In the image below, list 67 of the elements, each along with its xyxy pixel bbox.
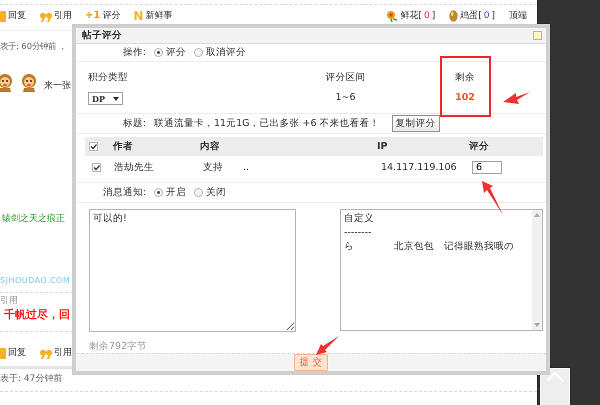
- post-time: 表于: 47分钟前: [0, 374, 62, 384]
- preset-list[interactable]: 自定义 -------- ら 北京包包 记得眼熟我哦の: [340, 208, 543, 331]
- monkey-emoticon: [0, 73, 14, 92]
- reply-icon: [0, 348, 6, 358]
- link-text[interactable]: 辕剑之天之痕正: [2, 213, 65, 225]
- radio-button[interactable]: [154, 188, 163, 197]
- top-link[interactable]: 顶端: [509, 10, 527, 22]
- checkbox[interactable]: [89, 142, 98, 152]
- score-type-select[interactable]: DP: [88, 92, 123, 106]
- quote-label: 引用: [0, 296, 18, 306]
- column-header: 评分: [469, 141, 489, 152]
- table-cell: 浩劫先生: [114, 162, 154, 173]
- plus-one-icon: +1: [85, 10, 100, 22]
- subject-text: 联通流量卡，11元1G，已出多张 +6 不来也看看！: [154, 117, 380, 130]
- arrow-drawing: [482, 181, 503, 215]
- dialog-title: 帖子评分: [82, 28, 122, 42]
- flower-icon: [385, 10, 398, 22]
- column-label: 评分区间: [326, 72, 366, 84]
- monkey-emoticon: [20, 73, 38, 92]
- table-cell: 支持: [203, 162, 223, 173]
- annotation-box: [440, 56, 491, 117]
- quote-text: 千帆过尽，回: [4, 307, 71, 322]
- news-link[interactable]: N 新鲜事: [133, 10, 172, 22]
- radio-label: 关闭: [206, 186, 226, 199]
- table-cell: ..: [243, 162, 250, 173]
- reply-icon: [0, 10, 6, 22]
- reply-link[interactable]: 回复: [0, 10, 26, 22]
- egg-icon: [449, 10, 458, 22]
- quote-icon: [39, 10, 52, 22]
- quote-link[interactable]: 引用: [39, 347, 72, 359]
- signature-text: SJHOUDAO.COM: [0, 275, 72, 287]
- byte-counter: 剩余792字节: [89, 340, 148, 352]
- chevron-up-icon: [546, 372, 564, 382]
- field-label: 标题:: [122, 118, 146, 130]
- reply-link[interactable]: 回复: [0, 347, 26, 359]
- dropdown-arrow-icon: [112, 96, 119, 101]
- copy-rating-button[interactable]: 复制评分: [392, 115, 440, 132]
- range-value: 1~6: [335, 92, 356, 104]
- column-label: 积分类型: [88, 71, 129, 84]
- column-label: 剩余: [455, 72, 475, 84]
- preset-option[interactable]: ら 北京包包 记得眼熟我哦の: [344, 240, 529, 253]
- radio-label: 开启: [166, 186, 186, 199]
- radio-button[interactable]: [194, 188, 203, 197]
- column-header: IP: [377, 141, 388, 152]
- reason-field[interactable]: 可以的!: [89, 208, 296, 332]
- flower-link[interactable]: 鲜花[ 0 ]: [385, 10, 436, 22]
- preset-option[interactable]: --------: [344, 226, 529, 238]
- quote-icon: [39, 348, 52, 358]
- scroll-down-icon: [534, 322, 540, 327]
- arrow-drawing: [503, 92, 530, 104]
- remaining-value: 102: [455, 92, 475, 104]
- rate-link[interactable]: +1 评分: [85, 10, 120, 22]
- radio-button[interactable]: [154, 48, 163, 57]
- column-header: 作者: [113, 141, 133, 152]
- radio-button[interactable]: [194, 48, 203, 57]
- egg-link[interactable]: 鸡蛋[ 0 ]: [449, 10, 495, 22]
- column-header: 内容: [200, 141, 220, 152]
- scroll-up-icon: [534, 212, 540, 217]
- table-cell: 14.117.119.106: [381, 162, 457, 173]
- arrow-drawing: [316, 336, 339, 355]
- field-label: 消息通知:: [102, 186, 146, 198]
- score-input[interactable]: 6: [472, 160, 502, 174]
- quote-link[interactable]: 引用: [39, 10, 72, 22]
- checkbox[interactable]: [92, 162, 101, 172]
- post-text: 来一张: [44, 80, 71, 92]
- preset-option[interactable]: 自定义: [344, 212, 529, 225]
- news-icon: N: [133, 10, 144, 22]
